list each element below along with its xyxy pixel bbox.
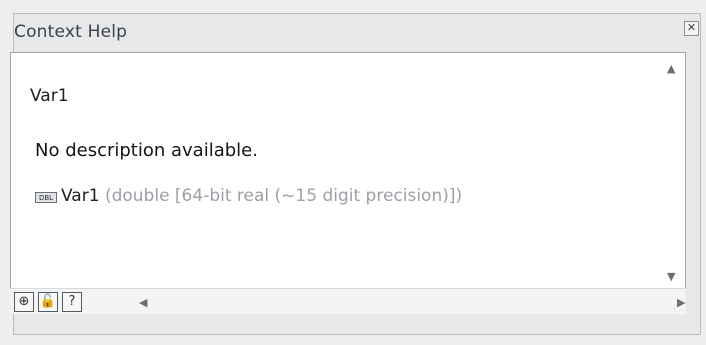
question-icon: ? bbox=[68, 294, 76, 309]
scroll-up-icon[interactable]: ▲ bbox=[667, 62, 675, 75]
scroll-left-icon[interactable]: ◀ bbox=[139, 296, 147, 309]
show-optional-terminals-button[interactable]: ⊕ bbox=[14, 292, 34, 312]
vertical-scrollbar[interactable]: ▲ ▼ bbox=[662, 54, 683, 288]
type-detail: (double [64-bit real (~15 digit precisio… bbox=[99, 186, 463, 206]
scroll-down-icon[interactable]: ▼ bbox=[667, 270, 675, 283]
close-icon: ✕ bbox=[686, 21, 697, 34]
type-name: Var1 bbox=[61, 186, 100, 206]
description-text: No description available. bbox=[35, 140, 258, 161]
resize-grip-icon[interactable]: ⋰ bbox=[673, 301, 681, 310]
lock-context-help-button[interactable]: 🔓 bbox=[38, 292, 58, 312]
window-title: Context Help bbox=[14, 22, 128, 42]
lock-icon: 🔓 bbox=[39, 294, 57, 309]
double-type-icon: DBL bbox=[35, 192, 57, 203]
close-button[interactable]: ✕ bbox=[684, 21, 699, 36]
detailed-help-button[interactable]: ? bbox=[62, 292, 82, 312]
context-help-pane[interactable] bbox=[10, 52, 686, 314]
type-info-line: DBL Var1 (double [64-bit real (~15 digit … bbox=[35, 186, 462, 206]
bottom-toolbar: ⊕ 🔓 ? ◀ ▶ ⋰ bbox=[10, 288, 686, 314]
help-heading: Var1 bbox=[30, 86, 69, 106]
terminal-icon: ⊕ bbox=[18, 294, 30, 309]
